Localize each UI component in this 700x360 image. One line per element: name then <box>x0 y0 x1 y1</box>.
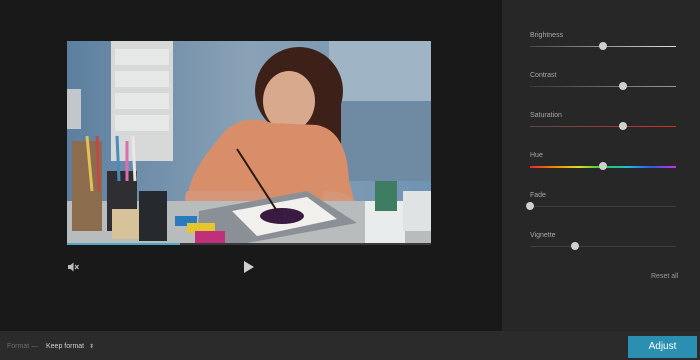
play-icon[interactable] <box>243 260 255 274</box>
hue-label: Hue <box>530 152 543 159</box>
vignette-thumb[interactable] <box>571 242 580 250</box>
vignette-track[interactable] <box>530 246 676 247</box>
contrast-label: Contrast <box>530 72 557 79</box>
bottom-toolbar <box>0 331 700 360</box>
video-preview[interactable] <box>67 41 431 243</box>
format-select[interactable]: Keep format ⬍ <box>46 343 94 350</box>
select-arrows-icon: ⬍ <box>89 344 95 350</box>
contrast-thumb[interactable] <box>619 82 628 90</box>
fade-thumb[interactable] <box>526 202 534 210</box>
saturation-track[interactable] <box>530 126 676 127</box>
saturation-thumb[interactable] <box>619 122 628 130</box>
saturation-slider[interactable]: Saturation <box>530 112 676 136</box>
brightness-thumb[interactable] <box>599 42 607 50</box>
brightness-label: Brightness <box>530 32 564 39</box>
hue-thumb[interactable] <box>599 162 607 170</box>
video-progress-bar[interactable] <box>67 243 431 245</box>
fade-slider[interactable]: Fade <box>526 192 676 216</box>
preview-area <box>0 0 502 331</box>
video-frame-image <box>67 41 431 243</box>
speaker-muted-icon[interactable] <box>66 260 80 274</box>
hue-slider[interactable]: Hue <box>530 152 676 176</box>
format-label: Format — <box>7 343 39 350</box>
format-value: Keep format <box>46 343 85 350</box>
contrast-track[interactable] <box>530 86 676 87</box>
vignette-label: Vignette <box>530 232 556 239</box>
fade-track[interactable] <box>530 206 676 207</box>
vignette-slider[interactable]: Vignette <box>530 232 676 256</box>
video-progress-fill <box>67 243 180 245</box>
brightness-slider[interactable]: Brightness <box>530 32 676 56</box>
adjust-button[interactable]: Adjust <box>628 336 697 358</box>
reset-all-link[interactable]: Reset all <box>651 273 678 280</box>
fade-label: Fade <box>530 192 546 199</box>
saturation-label: Saturation <box>530 112 562 119</box>
contrast-slider[interactable]: Contrast <box>530 72 676 96</box>
